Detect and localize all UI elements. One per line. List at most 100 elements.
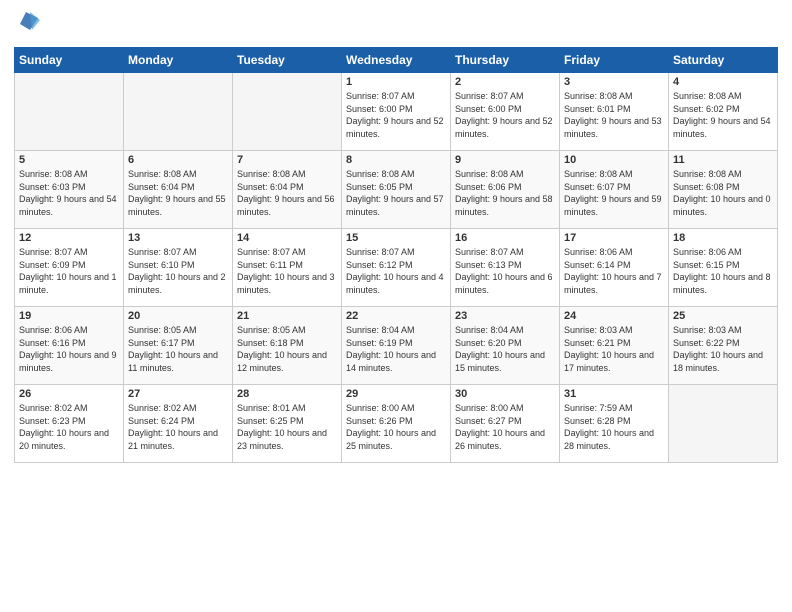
calendar-cell: 4Sunrise: 8:08 AM Sunset: 6:02 PM Daylig… — [669, 73, 778, 151]
weekday-header-wednesday: Wednesday — [342, 48, 451, 73]
day-number: 10 — [564, 154, 664, 166]
calendar-cell — [233, 73, 342, 151]
day-number: 17 — [564, 232, 664, 244]
day-number: 21 — [237, 310, 337, 322]
day-number: 28 — [237, 388, 337, 400]
day-info: Sunrise: 8:08 AM Sunset: 6:03 PM Dayligh… — [19, 168, 119, 218]
calendar-cell: 22 Sunrise: 8:04 AM Sunset: 6:19 PM Dayli… — [342, 307, 451, 385]
day-number: 23 — [455, 310, 555, 322]
day-number: 5 — [19, 154, 119, 166]
page: SundayMondayTuesdayWednesdayThursdayFrid… — [0, 0, 792, 612]
weekday-header-monday: Monday — [124, 48, 233, 73]
day-info: Sunrise: 8:04 AM Sunset: 6:20 PM Dayligh… — [455, 324, 555, 374]
day-number: 11 — [673, 154, 773, 166]
day-number: 22 — [346, 310, 446, 322]
day-number: 19 — [19, 310, 119, 322]
weekday-header-sunday: Sunday — [15, 48, 124, 73]
day-number: 18 — [673, 232, 773, 244]
weekday-header-saturday: Saturday — [669, 48, 778, 73]
calendar-cell: 17 Sunrise: 8:06 AM Sunset: 6:14 PM Dayli… — [560, 229, 669, 307]
day-number: 9 — [455, 154, 555, 166]
day-info: Sunrise: 8:08 AM Sunset: 6:05 PM Dayligh… — [346, 168, 446, 218]
calendar-cell: 25 Sunrise: 8:03 AM Sunset: 6:22 PM Dayli… — [669, 307, 778, 385]
calendar-cell: 8Sunrise: 8:08 AM Sunset: 6:05 PM Daylig… — [342, 151, 451, 229]
calendar-cell: 10 Sunrise: 8:08 AM Sunset: 6:07 PM Dayli… — [560, 151, 669, 229]
day-info: Sunrise: 8:07 AM Sunset: 6:00 PM Dayligh… — [346, 90, 446, 140]
calendar-cell: 6 Sunrise: 8:08 AM Sunset: 6:04 PM Daylig… — [124, 151, 233, 229]
calendar-cell — [124, 73, 233, 151]
day-number: 15 — [346, 232, 446, 244]
day-info: Sunrise: 8:07 AM Sunset: 6:09 PM Dayligh… — [19, 246, 119, 296]
day-info: Sunrise: 8:02 AM Sunset: 6:24 PM Dayligh… — [128, 402, 228, 452]
calendar-cell: 27Sunrise: 8:02 AM Sunset: 6:24 PM Dayli… — [124, 385, 233, 463]
weekday-header-tuesday: Tuesday — [233, 48, 342, 73]
calendar-cell: 12 Sunrise: 8:07 AM Sunset: 6:09 PM Dayli… — [15, 229, 124, 307]
calendar-cell: 26 Sunrise: 8:02 AM Sunset: 6:23 PM Dayli… — [15, 385, 124, 463]
day-info: Sunrise: 8:07 AM Sunset: 6:12 PM Dayligh… — [346, 246, 446, 296]
day-number: 1 — [346, 76, 446, 88]
day-info: Sunrise: 8:03 AM Sunset: 6:22 PM Dayligh… — [673, 324, 773, 374]
day-info: Sunrise: 8:02 AM Sunset: 6:23 PM Dayligh… — [19, 402, 119, 452]
day-info: Sunrise: 8:08 AM Sunset: 6:04 PM Dayligh… — [128, 168, 228, 218]
day-info: Sunrise: 8:00 AM Sunset: 6:27 PM Dayligh… — [455, 402, 555, 452]
calendar-cell: 28 Sunrise: 8:01 AM Sunset: 6:25 PM Dayli… — [233, 385, 342, 463]
day-info: Sunrise: 8:08 AM Sunset: 6:01 PM Dayligh… — [564, 90, 664, 140]
calendar-cell: 23 Sunrise: 8:04 AM Sunset: 6:20 PM Dayli… — [451, 307, 560, 385]
day-number: 3 — [564, 76, 664, 88]
day-info: Sunrise: 8:07 AM Sunset: 6:13 PM Dayligh… — [455, 246, 555, 296]
day-number: 25 — [673, 310, 773, 322]
day-info: Sunrise: 8:00 AM Sunset: 6:26 PM Dayligh… — [346, 402, 446, 452]
day-info: Sunrise: 8:08 AM Sunset: 6:07 PM Dayligh… — [564, 168, 664, 218]
day-number: 20 — [128, 310, 228, 322]
calendar-cell: 2Sunrise: 8:07 AM Sunset: 6:00 PM Daylig… — [451, 73, 560, 151]
day-info: Sunrise: 8:07 AM Sunset: 6:10 PM Dayligh… — [128, 246, 228, 296]
day-number: 29 — [346, 388, 446, 400]
calendar-cell: 9 Sunrise: 8:08 AM Sunset: 6:06 PM Daylig… — [451, 151, 560, 229]
calendar-cell: 7Sunrise: 8:08 AM Sunset: 6:04 PM Daylig… — [233, 151, 342, 229]
calendar-cell: 30 Sunrise: 8:00 AM Sunset: 6:27 PM Dayli… — [451, 385, 560, 463]
calendar-cell — [669, 385, 778, 463]
calendar-cell: 24Sunrise: 8:03 AM Sunset: 6:21 PM Dayli… — [560, 307, 669, 385]
calendar-cell: 21Sunrise: 8:05 AM Sunset: 6:18 PM Dayli… — [233, 307, 342, 385]
day-number: 6 — [128, 154, 228, 166]
logo-icon — [18, 10, 40, 37]
day-info: Sunrise: 8:06 AM Sunset: 6:16 PM Dayligh… — [19, 324, 119, 374]
calendar-cell: 1 Sunrise: 8:07 AM Sunset: 6:00 PM Daylig… — [342, 73, 451, 151]
day-number: 12 — [19, 232, 119, 244]
calendar-cell: 29 Sunrise: 8:00 AM Sunset: 6:26 PM Dayli… — [342, 385, 451, 463]
day-info: Sunrise: 8:08 AM Sunset: 6:08 PM Dayligh… — [673, 168, 773, 218]
day-info: Sunrise: 8:08 AM Sunset: 6:02 PM Dayligh… — [673, 90, 773, 140]
calendar-week-1: 1 Sunrise: 8:07 AM Sunset: 6:00 PM Daylig… — [15, 73, 778, 151]
weekday-header-row: SundayMondayTuesdayWednesdayThursdayFrid… — [15, 48, 778, 73]
calendar-cell: 15 Sunrise: 8:07 AM Sunset: 6:12 PM Dayli… — [342, 229, 451, 307]
day-info: Sunrise: 8:07 AM Sunset: 6:11 PM Dayligh… — [237, 246, 337, 296]
day-number: 30 — [455, 388, 555, 400]
day-info: Sunrise: 7:59 AM Sunset: 6:28 PM Dayligh… — [564, 402, 664, 452]
day-info: Sunrise: 8:01 AM Sunset: 6:25 PM Dayligh… — [237, 402, 337, 452]
calendar-cell: 18 Sunrise: 8:06 AM Sunset: 6:15 PM Dayli… — [669, 229, 778, 307]
day-number: 26 — [19, 388, 119, 400]
calendar-cell: 16 Sunrise: 8:07 AM Sunset: 6:13 PM Dayli… — [451, 229, 560, 307]
logo — [14, 12, 40, 37]
day-number: 7 — [237, 154, 337, 166]
calendar-cell: 20Sunrise: 8:05 AM Sunset: 6:17 PM Dayli… — [124, 307, 233, 385]
day-info: Sunrise: 8:06 AM Sunset: 6:14 PM Dayligh… — [564, 246, 664, 296]
calendar-cell: 5 Sunrise: 8:08 AM Sunset: 6:03 PM Daylig… — [15, 151, 124, 229]
calendar-week-3: 12 Sunrise: 8:07 AM Sunset: 6:09 PM Dayli… — [15, 229, 778, 307]
day-number: 14 — [237, 232, 337, 244]
day-number: 31 — [564, 388, 664, 400]
header — [14, 12, 778, 37]
day-number: 24 — [564, 310, 664, 322]
calendar-week-4: 19 Sunrise: 8:06 AM Sunset: 6:16 PM Dayli… — [15, 307, 778, 385]
day-info: Sunrise: 8:08 AM Sunset: 6:06 PM Dayligh… — [455, 168, 555, 218]
weekday-header-friday: Friday — [560, 48, 669, 73]
calendar-cell: 11 Sunrise: 8:08 AM Sunset: 6:08 PM Dayli… — [669, 151, 778, 229]
calendar-table: SundayMondayTuesdayWednesdayThursdayFrid… — [14, 47, 778, 463]
day-number: 16 — [455, 232, 555, 244]
calendar-week-5: 26 Sunrise: 8:02 AM Sunset: 6:23 PM Dayli… — [15, 385, 778, 463]
calendar-week-2: 5 Sunrise: 8:08 AM Sunset: 6:03 PM Daylig… — [15, 151, 778, 229]
day-info: Sunrise: 8:06 AM Sunset: 6:15 PM Dayligh… — [673, 246, 773, 296]
calendar-cell: 3 Sunrise: 8:08 AM Sunset: 6:01 PM Daylig… — [560, 73, 669, 151]
day-info: Sunrise: 8:04 AM Sunset: 6:19 PM Dayligh… — [346, 324, 446, 374]
day-info: Sunrise: 8:07 AM Sunset: 6:00 PM Dayligh… — [455, 90, 555, 140]
